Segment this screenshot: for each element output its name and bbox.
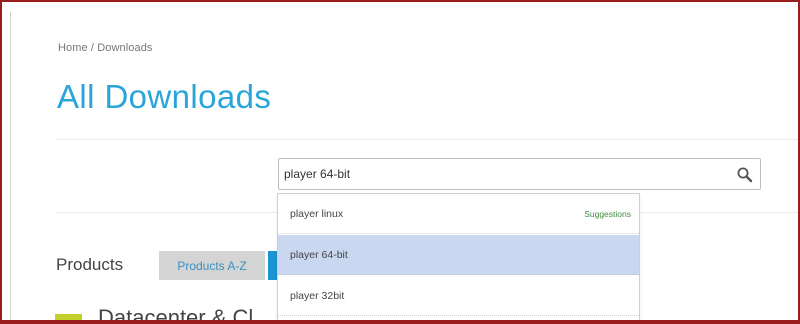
suggestion-item-highlighted[interactable]: player 64-bit (278, 235, 639, 275)
suggestion-label: player 64-bit (290, 249, 348, 261)
search-input[interactable] (279, 159, 724, 189)
suggestion-label: player 32bit (290, 290, 345, 302)
page-frame: Home / Downloads All Downloads Products … (0, 0, 800, 324)
frame-bottom-border (0, 320, 800, 324)
suggestion-item[interactable]: player 32bit (278, 276, 639, 316)
search-icon[interactable] (736, 166, 754, 184)
products-heading: Products (56, 255, 124, 274)
tab-products-a-z[interactable]: Products A-Z (159, 251, 265, 280)
suggestions-header-label: Suggestions (584, 209, 631, 219)
frame-inner-border (10, 12, 11, 322)
page-title: All Downloads (57, 78, 272, 115)
suggestion-item[interactable]: player linux Suggestions (278, 194, 639, 234)
suggestion-label: player linux (290, 208, 344, 220)
suggestions-dropdown: player linux Suggestions player 64-bit p… (277, 193, 640, 322)
divider (56, 139, 798, 140)
search-box[interactable] (278, 158, 761, 190)
breadcrumb[interactable]: Home / Downloads (58, 42, 153, 54)
